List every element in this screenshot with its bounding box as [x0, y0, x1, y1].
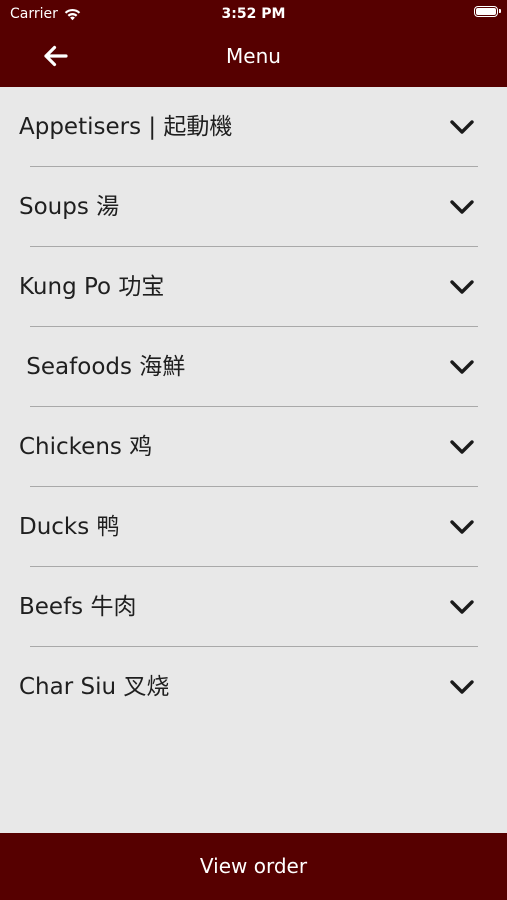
status-time: 3:52 PM	[221, 6, 286, 22]
chevron-down-icon	[450, 680, 474, 694]
category-label: Char Siu 叉烧	[19, 674, 170, 700]
category-label: Beefs 牛肉	[19, 594, 137, 620]
view-order-label: View order	[199, 854, 308, 878]
chevron-down-icon	[450, 600, 474, 614]
category-row[interactable]: Seafoods 海鮮	[0, 327, 507, 407]
category-label: Appetisers | 起動機	[19, 114, 233, 140]
category-row[interactable]: Chickens 鸡	[0, 407, 507, 487]
category-row[interactable]: Beefs 牛肉	[0, 567, 507, 647]
nav-bar: Menu	[0, 28, 507, 84]
chevron-down-icon	[450, 280, 474, 294]
category-label: Ducks 鸭	[19, 514, 120, 540]
category-label: Kung Po 功宝	[19, 274, 165, 300]
top-bar: Carrier 3:52 PM Menu	[0, 0, 507, 87]
category-row[interactable]: Appetisers | 起動機	[0, 87, 507, 167]
category-label: Soups 湯	[19, 194, 120, 220]
category-list: Appetisers | 起動機 Soups 湯 Kung Po 功宝 Seaf…	[0, 87, 507, 727]
page-title: Menu	[226, 44, 281, 68]
chevron-down-icon	[450, 200, 474, 214]
chevron-down-icon	[450, 520, 474, 534]
category-row[interactable]: Ducks 鸭	[0, 487, 507, 567]
chevron-down-icon	[450, 440, 474, 454]
category-label: Seafoods 海鮮	[19, 354, 186, 380]
chevron-down-icon	[450, 360, 474, 374]
battery-icon	[474, 6, 501, 17]
status-bar: Carrier 3:52 PM	[0, 0, 507, 28]
category-label: Chickens 鸡	[19, 434, 153, 460]
category-row[interactable]: Kung Po 功宝	[0, 247, 507, 327]
category-row[interactable]: Soups 湯	[0, 167, 507, 247]
view-order-button[interactable]: View order	[0, 833, 507, 900]
category-row[interactable]: Char Siu 叉烧	[0, 647, 507, 727]
chevron-down-icon	[450, 120, 474, 134]
